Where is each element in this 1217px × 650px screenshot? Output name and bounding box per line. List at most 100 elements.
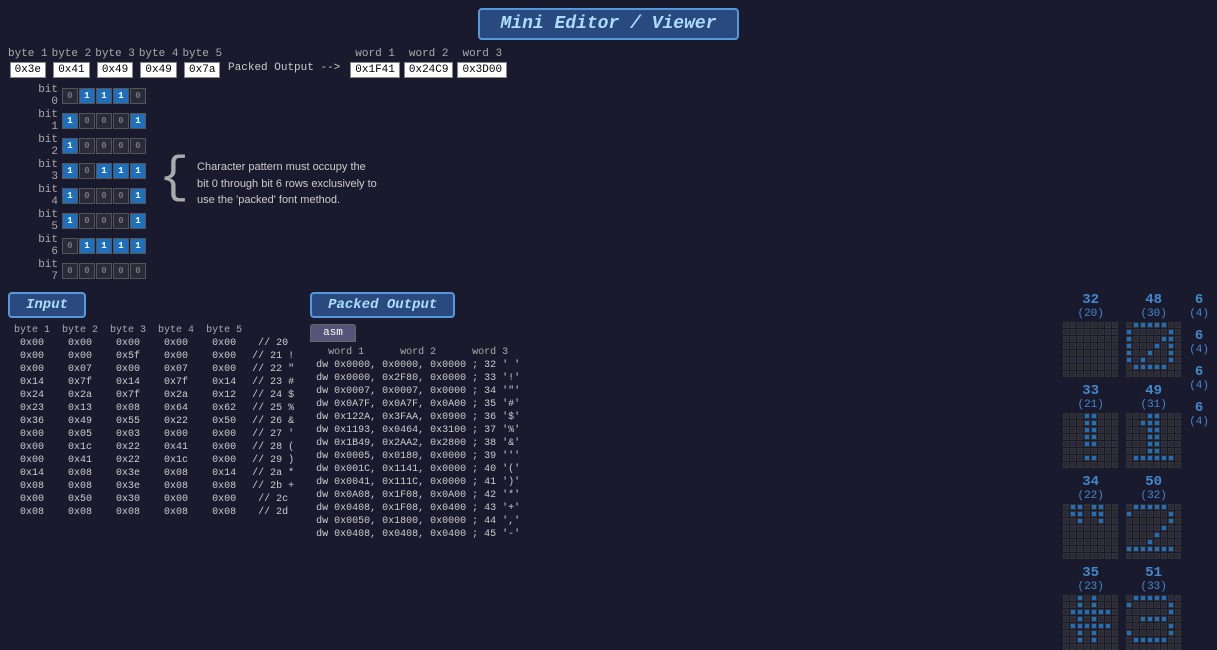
input-cell-r5c1[interactable]: 0x13 — [56, 402, 104, 415]
input-cell-r0c0[interactable]: 0x00 — [8, 337, 56, 350]
input-cell-r5c2[interactable]: 0x08 — [104, 402, 152, 415]
input-cell-r10c4[interactable]: 0x14 — [200, 467, 248, 480]
bit-cell-r7c0[interactable]: 0 — [62, 263, 78, 279]
bit-cell-r4c0[interactable]: 1 — [62, 188, 78, 204]
pixel-grid-51-b[interactable] — [1126, 595, 1181, 650]
tab-asm[interactable]: asm — [310, 324, 356, 342]
input-cell-r8c1[interactable]: 0x1c — [56, 441, 104, 454]
bit-cell-r6c3[interactable]: 1 — [113, 238, 129, 254]
bit-cell-r5c2[interactable]: 0 — [96, 213, 112, 229]
input-cell-r8c4[interactable]: 0x00 — [200, 441, 248, 454]
input-cell-r1c2[interactable]: 0x5f — [104, 350, 152, 363]
input-cell-r2c3[interactable]: 0x07 — [152, 363, 200, 376]
input-cell-r6c3[interactable]: 0x22 — [152, 415, 200, 428]
input-cell-r3c0[interactable]: 0x14 — [8, 376, 56, 389]
input-cell-r13c2[interactable]: 0x08 — [104, 506, 152, 519]
input-cell-r4c4[interactable]: 0x12 — [200, 389, 248, 402]
input-cell-r2c4[interactable]: 0x00 — [200, 363, 248, 376]
bit-cell-r1c1[interactable]: 0 — [79, 113, 95, 129]
bit-cell-r5c3[interactable]: 0 — [113, 213, 129, 229]
input-cell-r9c1[interactable]: 0x41 — [56, 454, 104, 467]
pixel-grid-33[interactable] — [1063, 413, 1118, 468]
word-val-2[interactable]: 0x24C9 — [404, 62, 454, 78]
input-cell-r13c0[interactable]: 0x08 — [8, 506, 56, 519]
word-val-3[interactable]: 0x3D00 — [457, 62, 507, 78]
byte-val-2[interactable]: 0x41 — [53, 62, 89, 78]
input-cell-r0c3[interactable]: 0x00 — [152, 337, 200, 350]
input-cell-r7c4[interactable]: 0x00 — [200, 428, 248, 441]
input-cell-r7c0[interactable]: 0x00 — [8, 428, 56, 441]
input-cell-r12c0[interactable]: 0x00 — [8, 493, 56, 506]
pixel-grid-50-b[interactable] — [1126, 504, 1181, 559]
bit-cell-r2c2[interactable]: 0 — [96, 138, 112, 154]
bit-cell-r5c1[interactable]: 0 — [79, 213, 95, 229]
input-cell-r2c1[interactable]: 0x07 — [56, 363, 104, 376]
pixel-grid-48-b[interactable] — [1126, 322, 1181, 377]
input-cell-r12c4[interactable]: 0x00 — [200, 493, 248, 506]
input-cell-r1c4[interactable]: 0x00 — [200, 350, 248, 363]
input-cell-r12c2[interactable]: 0x30 — [104, 493, 152, 506]
input-cell-r11c2[interactable]: 0x3e — [104, 480, 152, 493]
bit-cell-r4c4[interactable]: 1 — [130, 188, 146, 204]
pixel-grid-35[interactable] — [1063, 595, 1118, 650]
input-cell-r1c0[interactable]: 0x00 — [8, 350, 56, 363]
bit-cell-r2c4[interactable]: 0 — [130, 138, 146, 154]
input-cell-r7c2[interactable]: 0x03 — [104, 428, 152, 441]
bit-cell-r2c0[interactable]: 1 — [62, 138, 78, 154]
bit-cell-r4c1[interactable]: 0 — [79, 188, 95, 204]
input-cell-r4c1[interactable]: 0x2a — [56, 389, 104, 402]
input-cell-r7c1[interactable]: 0x05 — [56, 428, 104, 441]
bit-cell-r5c4[interactable]: 1 — [130, 213, 146, 229]
input-cell-r12c3[interactable]: 0x00 — [152, 493, 200, 506]
input-cell-r1c1[interactable]: 0x00 — [56, 350, 104, 363]
input-cell-r10c2[interactable]: 0x3e — [104, 467, 152, 480]
bit-cell-r6c2[interactable]: 1 — [96, 238, 112, 254]
input-cell-r10c3[interactable]: 0x08 — [152, 467, 200, 480]
input-cell-r13c4[interactable]: 0x08 — [200, 506, 248, 519]
pixel-grid-32[interactable] — [1063, 322, 1118, 377]
input-cell-r2c2[interactable]: 0x00 — [104, 363, 152, 376]
bit-cell-r2c1[interactable]: 0 — [79, 138, 95, 154]
input-cell-r11c1[interactable]: 0x08 — [56, 480, 104, 493]
byte-val-3[interactable]: 0x49 — [97, 62, 133, 78]
input-cell-r2c0[interactable]: 0x00 — [8, 363, 56, 376]
input-cell-r9c0[interactable]: 0x00 — [8, 454, 56, 467]
bit-cell-r6c0[interactable]: 0 — [62, 238, 78, 254]
bit-cell-r1c3[interactable]: 0 — [113, 113, 129, 129]
word-val-1[interactable]: 0x1F41 — [350, 62, 400, 78]
input-cell-r9c2[interactable]: 0x22 — [104, 454, 152, 467]
bit-cell-r3c3[interactable]: 1 — [113, 163, 129, 179]
input-cell-r3c1[interactable]: 0x7f — [56, 376, 104, 389]
input-cell-r3c2[interactable]: 0x14 — [104, 376, 152, 389]
input-cell-r8c3[interactable]: 0x41 — [152, 441, 200, 454]
input-cell-r10c0[interactable]: 0x14 — [8, 467, 56, 480]
bit-cell-r0c0[interactable]: 0 — [62, 88, 78, 104]
input-cell-r6c0[interactable]: 0x36 — [8, 415, 56, 428]
bit-cell-r7c4[interactable]: 0 — [130, 263, 146, 279]
input-cell-r6c4[interactable]: 0x50 — [200, 415, 248, 428]
input-cell-r7c3[interactable]: 0x00 — [152, 428, 200, 441]
input-cell-r4c2[interactable]: 0x7f — [104, 389, 152, 402]
bit-cell-r0c2[interactable]: 1 — [96, 88, 112, 104]
input-cell-r13c3[interactable]: 0x08 — [152, 506, 200, 519]
bit-cell-r0c4[interactable]: 0 — [130, 88, 146, 104]
bit-cell-r7c2[interactable]: 0 — [96, 263, 112, 279]
byte-val-5[interactable]: 0x7a — [184, 62, 220, 78]
bit-cell-r3c0[interactable]: 1 — [62, 163, 78, 179]
input-cell-r10c1[interactable]: 0x08 — [56, 467, 104, 480]
pixel-grid-49-b[interactable] — [1126, 413, 1181, 468]
pixel-grid-34[interactable] — [1063, 504, 1118, 559]
input-cell-r6c1[interactable]: 0x49 — [56, 415, 104, 428]
input-cell-r5c0[interactable]: 0x23 — [8, 402, 56, 415]
bit-cell-r3c2[interactable]: 1 — [96, 163, 112, 179]
input-cell-r0c1[interactable]: 0x00 — [56, 337, 104, 350]
bit-cell-r1c4[interactable]: 1 — [130, 113, 146, 129]
input-cell-r11c3[interactable]: 0x08 — [152, 480, 200, 493]
bit-cell-r4c2[interactable]: 0 — [96, 188, 112, 204]
input-cell-r5c4[interactable]: 0x62 — [200, 402, 248, 415]
bit-cell-r7c3[interactable]: 0 — [113, 263, 129, 279]
bit-cell-r6c4[interactable]: 1 — [130, 238, 146, 254]
input-cell-r9c4[interactable]: 0x00 — [200, 454, 248, 467]
input-cell-r6c2[interactable]: 0x55 — [104, 415, 152, 428]
bit-cell-r2c3[interactable]: 0 — [113, 138, 129, 154]
